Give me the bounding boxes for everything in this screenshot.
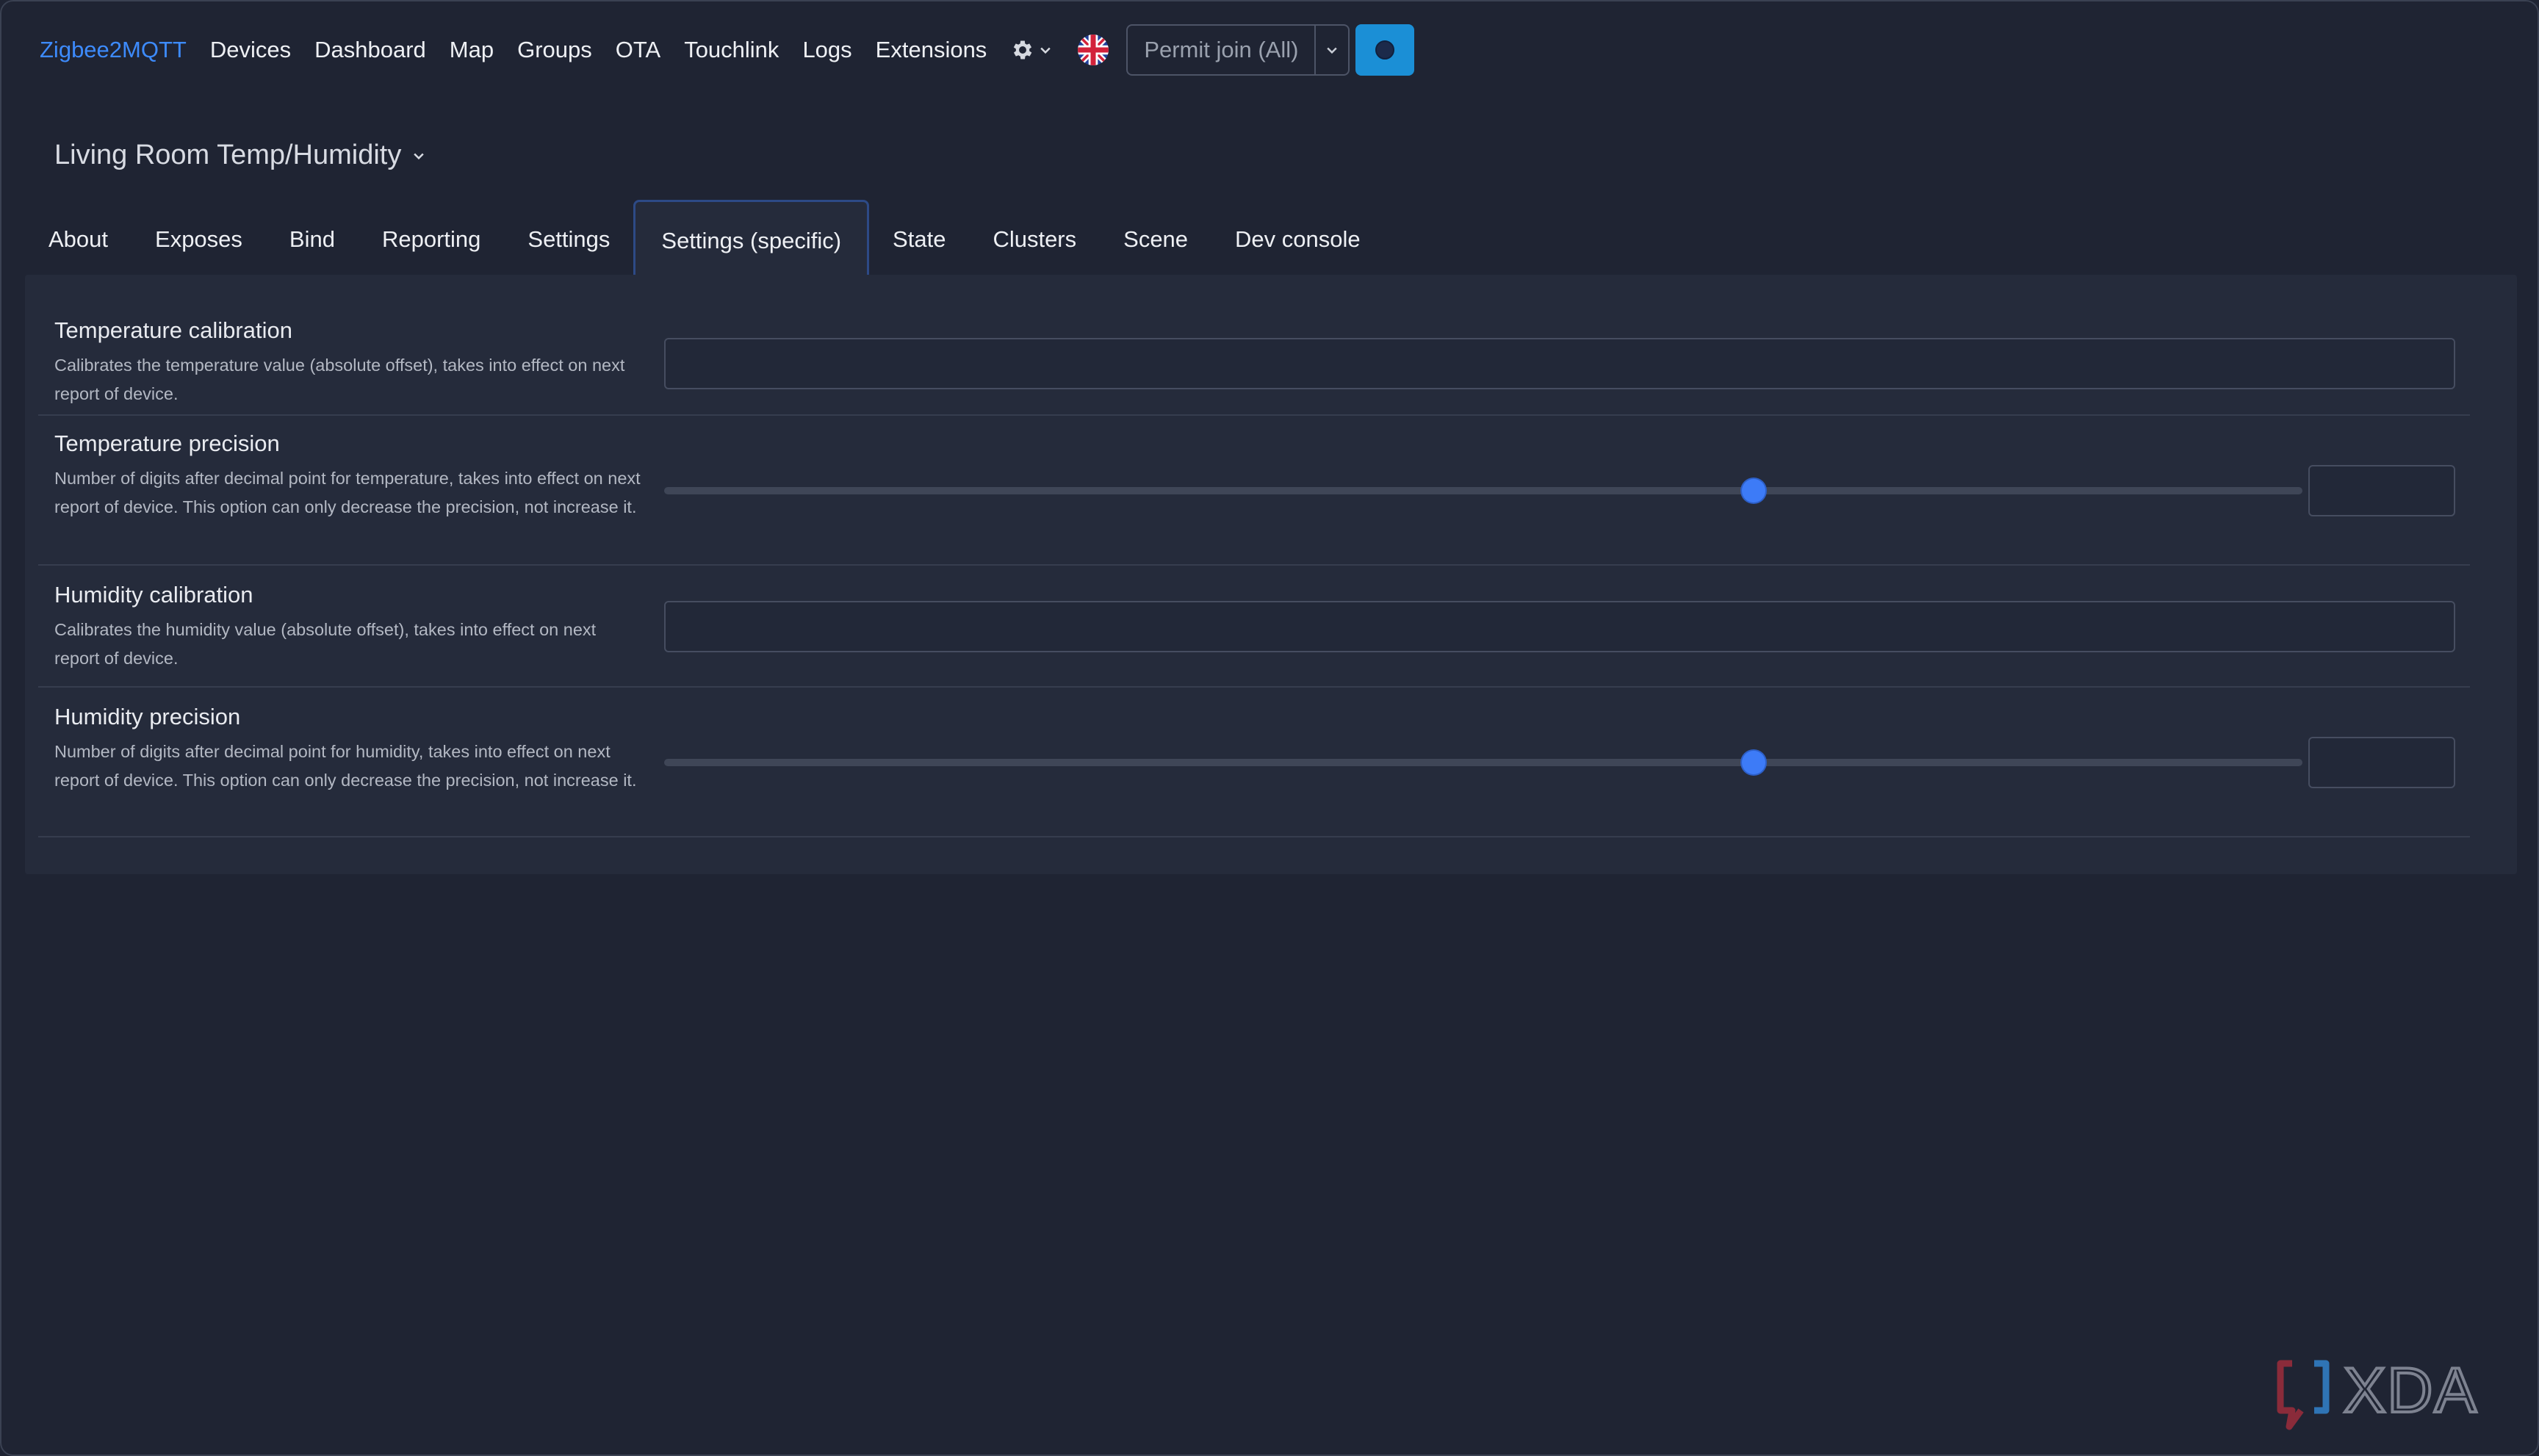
tab-scene[interactable]: Scene [1100,200,1211,279]
chevron-down-icon [1040,47,1051,54]
uk-flag-icon[interactable] [1078,35,1109,65]
setting-title: Humidity precision [54,704,241,729]
humidity-calibration-input[interactable] [664,601,2455,652]
setting-title: Humidity calibration [54,582,253,608]
setting-description: Calibrates the humidity value (absolute … [54,620,597,668]
setting-row-temperature-calibration: Temperature calibration Calibrates the t… [38,292,2470,416]
setting-description: Number of digits after decimal point for… [54,469,641,516]
nav-ota[interactable]: OTA [616,37,660,63]
humidity-precision-slider[interactable] [664,748,2302,777]
setting-label: Humidity precision Number of digits afte… [54,704,642,795]
tab-reporting[interactable]: Reporting [359,200,504,279]
setting-row-humidity-calibration: Humidity calibration Calibrates the humi… [38,566,2470,688]
tab-dev-console[interactable]: Dev console [1211,200,1384,279]
nav-touchlink[interactable]: Touchlink [684,37,779,63]
settings-dropdown[interactable] [1010,37,1053,62]
nav-devices[interactable]: Devices [210,37,291,63]
gear-icon [1014,40,1032,60]
setting-label: Temperature precision Number of digits a… [54,430,642,522]
top-navbar: Zigbee2MQTT Devices Dashboard Map Groups… [40,24,1415,76]
nav-extensions[interactable]: Extensions [876,37,987,63]
slider-thumb[interactable] [1741,479,1765,502]
slider-track [664,759,2302,766]
brand-link[interactable]: Zigbee2MQTT [40,37,187,63]
setting-label: Temperature calibration Calibrates the t… [54,317,642,408]
humidity-precision-input[interactable] [2308,737,2455,788]
permit-join-button[interactable]: Permit join (All) [1128,26,1317,74]
setting-description: Number of digits after decimal point for… [54,742,637,790]
tab-exposes[interactable]: Exposes [132,200,266,279]
nav-logs[interactable]: Logs [802,37,851,63]
setting-row-humidity-precision: Humidity precision Number of digits afte… [38,688,2470,837]
nav-groups[interactable]: Groups [517,37,592,63]
tab-bind[interactable]: Bind [266,200,359,279]
setting-title: Temperature precision [54,430,280,456]
temperature-calibration-input[interactable] [664,338,2455,389]
device-tabs: About Exposes Bind Reporting Settings Se… [25,200,1384,279]
watermark-text: XDA [2344,1355,2478,1426]
tab-about[interactable]: About [25,200,132,279]
permit-join-dropdown[interactable] [1316,26,1348,74]
permit-join-group: Permit join (All) [1126,24,1350,76]
nav-map[interactable]: Map [450,37,494,63]
settings-panel: Temperature calibration Calibrates the t… [25,275,2517,874]
slider-thumb[interactable] [1741,751,1765,774]
device-name: Living Room Temp/Humidity [54,140,402,170]
tab-settings[interactable]: Settings [504,200,633,279]
setting-description: Calibrates the temperature value (absolu… [54,356,625,403]
setting-title: Temperature calibration [54,317,292,343]
status-dot-icon [1375,40,1395,60]
device-selector[interactable]: Living Room Temp/Humidity [54,140,426,171]
setting-label: Humidity calibration Calibrates the humi… [54,582,642,673]
tab-settings-specific[interactable]: Settings (specific) [633,200,870,279]
tab-clusters[interactable]: Clusters [969,200,1100,279]
app-window: Zigbee2MQTT Devices Dashboard Map Groups… [0,0,2539,1456]
chevron-down-icon [414,153,425,159]
chevron-down-icon [1327,47,1338,54]
tab-state[interactable]: State [869,200,969,279]
slider-track [664,487,2302,494]
status-button[interactable] [1355,24,1415,76]
temperature-precision-input[interactable] [2308,465,2455,516]
setting-row-temperature-precision: Temperature precision Number of digits a… [38,416,2470,566]
xda-logo: XDA [2277,1354,2478,1430]
nav-dashboard[interactable]: Dashboard [314,37,426,63]
temperature-precision-slider[interactable] [664,476,2302,505]
